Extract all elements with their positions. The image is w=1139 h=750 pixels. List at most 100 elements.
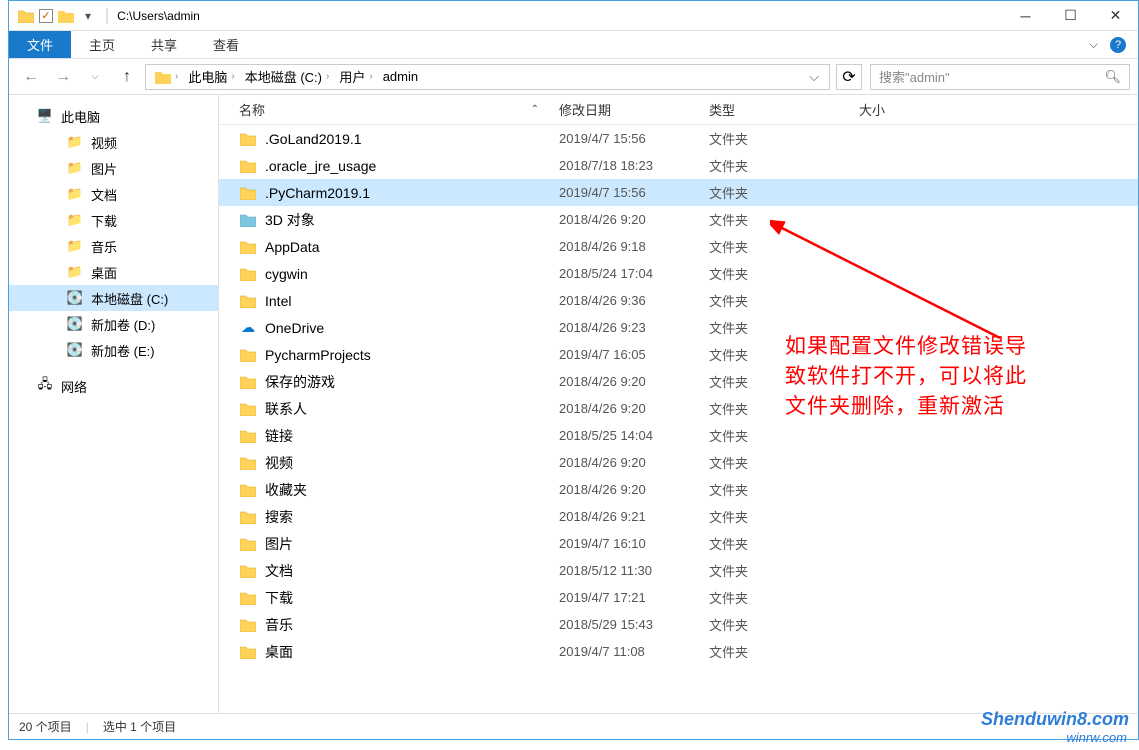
file-row[interactable]: 搜索2018/4/26 9:21文件夹: [219, 503, 1138, 530]
breadcrumb-item[interactable]: admin: [378, 69, 423, 84]
file-name: Intel: [265, 293, 559, 309]
search-placeholder: 搜索"admin": [879, 67, 950, 86]
file-row[interactable]: 图片2019/4/7 16:10文件夹: [219, 530, 1138, 557]
breadcrumb-dropdown-icon[interactable]: ⌵: [809, 69, 819, 85]
ribbon-tab-file[interactable]: 文件: [9, 31, 71, 58]
ribbon-tab-home[interactable]: 主页: [71, 31, 133, 58]
sidebar-network[interactable]: 🖧网络: [9, 373, 218, 399]
drive-icon: 💽: [67, 290, 83, 306]
folder-icon: [239, 373, 257, 391]
folder-icon: [239, 238, 257, 256]
col-header-name[interactable]: 名称⌃: [239, 100, 559, 119]
file-row[interactable]: 桌面2019/4/7 11:08文件夹: [219, 638, 1138, 665]
file-row[interactable]: .PyCharm2019.12019/4/7 15:56文件夹: [219, 179, 1138, 206]
file-row[interactable]: 音乐2018/5/29 15:43文件夹: [219, 611, 1138, 638]
file-name: 收藏夹: [265, 480, 559, 500]
sidebar-downloads[interactable]: 📁下载: [9, 207, 218, 233]
file-date: 2019/4/7 17:21: [559, 590, 709, 605]
folder-icon: [239, 562, 257, 580]
file-row[interactable]: Intel2018/4/26 9:36文件夹: [219, 287, 1138, 314]
breadcrumb-root-icon[interactable]: ›: [150, 70, 183, 84]
downloads-icon: 📁: [67, 212, 83, 228]
help-icon[interactable]: ?: [1110, 37, 1126, 53]
file-row[interactable]: 链接2018/5/25 14:04文件夹: [219, 422, 1138, 449]
sidebar-documents[interactable]: 📁文档: [9, 181, 218, 207]
drive-icon: 💽: [67, 342, 83, 358]
explorer-window: ✓ ▾ | C:\Users\admin ─ ☐ ✕ 文件 主页 共享 查看 ⌵…: [8, 0, 1139, 740]
col-header-date[interactable]: 修改日期: [559, 100, 709, 119]
qat-folder-icon[interactable]: [57, 7, 75, 25]
search-icon[interactable]: 🔍︎: [1104, 69, 1121, 85]
col-header-type[interactable]: 类型: [709, 100, 859, 119]
file-row[interactable]: .oracle_jre_usage2018/7/18 18:23文件夹: [219, 152, 1138, 179]
ribbon-tab-view[interactable]: 查看: [195, 31, 257, 58]
minimize-button[interactable]: ─: [1003, 1, 1048, 31]
file-name: AppData: [265, 239, 559, 255]
file-name: 联系人: [265, 399, 559, 419]
sidebar-pictures[interactable]: 📁图片: [9, 155, 218, 181]
nav-history-dropdown[interactable]: ⌵: [81, 63, 109, 91]
file-name: 搜索: [265, 507, 559, 527]
file-row[interactable]: 联系人2018/4/26 9:20文件夹: [219, 395, 1138, 422]
status-selected-count: 选中 1 个项目: [103, 718, 176, 735]
file-row[interactable]: AppData2018/4/26 9:18文件夹: [219, 233, 1138, 260]
file-type: 文件夹: [709, 291, 859, 310]
folder-app-icon: [17, 7, 35, 25]
qat-checkbox-icon[interactable]: ✓: [39, 9, 53, 23]
file-list: .GoLand2019.12019/4/7 15:56文件夹.oracle_jr…: [219, 125, 1138, 713]
sidebar-vol-e[interactable]: 💽新加卷 (E:): [9, 337, 218, 363]
nav-back-button[interactable]: ←: [17, 63, 45, 91]
sidebar-local-c[interactable]: 💽本地磁盘 (C:): [9, 285, 218, 311]
file-name: 视频: [265, 453, 559, 473]
file-row[interactable]: 视频2018/4/26 9:20文件夹: [219, 449, 1138, 476]
file-name: 3D 对象: [265, 210, 559, 230]
col-header-size[interactable]: 大小: [859, 100, 939, 119]
ribbon-expand-icon[interactable]: ⌵: [1089, 37, 1098, 52]
breadcrumb-item[interactable]: 用户 ›: [334, 67, 377, 86]
refresh-button[interactable]: ⟳: [836, 64, 862, 90]
nav-up-button[interactable]: ↑: [113, 63, 141, 91]
file-date: 2018/4/26 9:23: [559, 320, 709, 335]
file-row[interactable]: ☁OneDrive2018/4/26 9:23文件夹: [219, 314, 1138, 341]
pc-icon: 🖥️: [37, 108, 53, 124]
file-date: 2019/4/7 16:10: [559, 536, 709, 551]
qat-dropdown-icon[interactable]: ▾: [79, 7, 97, 25]
ribbon-tab-share[interactable]: 共享: [133, 31, 195, 58]
maximize-button[interactable]: ☐: [1048, 1, 1093, 31]
search-input[interactable]: 搜索"admin" 🔍︎: [870, 64, 1130, 90]
file-row[interactable]: 收藏夹2018/4/26 9:20文件夹: [219, 476, 1138, 503]
breadcrumb[interactable]: › 此电脑 › 本地磁盘 (C:) › 用户 › admin ⌵: [145, 64, 830, 90]
file-date: 2018/5/25 14:04: [559, 428, 709, 443]
network-icon: 🖧: [37, 378, 53, 394]
folder-icon: [239, 211, 257, 229]
sidebar-vol-d[interactable]: 💽新加卷 (D:): [9, 311, 218, 337]
desktop-icon: 📁: [67, 264, 83, 280]
file-row[interactable]: 文档2018/5/12 11:30文件夹: [219, 557, 1138, 584]
main-panel: 名称⌃ 修改日期 类型 大小 .GoLand2019.12019/4/7 15:…: [219, 95, 1138, 713]
sidebar-videos[interactable]: 📁视频: [9, 129, 218, 155]
sidebar-desktop[interactable]: 📁桌面: [9, 259, 218, 285]
file-date: 2018/5/29 15:43: [559, 617, 709, 632]
file-row[interactable]: .GoLand2019.12019/4/7 15:56文件夹: [219, 125, 1138, 152]
nav-forward-button[interactable]: →: [49, 63, 77, 91]
close-button[interactable]: ✕: [1093, 1, 1138, 31]
drive-icon: 💽: [67, 316, 83, 332]
breadcrumb-item[interactable]: 本地磁盘 (C:) ›: [240, 67, 335, 86]
file-type: 文件夹: [709, 426, 859, 445]
file-row[interactable]: 3D 对象2018/4/26 9:20文件夹: [219, 206, 1138, 233]
folder-icon: [239, 265, 257, 283]
sidebar-music[interactable]: 📁音乐: [9, 233, 218, 259]
file-date: 2018/5/12 11:30: [559, 563, 709, 578]
sidebar-this-pc[interactable]: 🖥️此电脑: [9, 103, 218, 129]
file-row[interactable]: cygwin2018/5/24 17:04文件夹: [219, 260, 1138, 287]
folder-icon: [239, 454, 257, 472]
file-row[interactable]: 下载2019/4/7 17:21文件夹: [219, 584, 1138, 611]
file-date: 2018/4/26 9:20: [559, 212, 709, 227]
folder-icon: [239, 508, 257, 526]
file-type: 文件夹: [709, 210, 859, 229]
breadcrumb-item[interactable]: 此电脑 ›: [183, 67, 239, 86]
file-date: 2018/4/26 9:20: [559, 374, 709, 389]
folder-icon: [239, 643, 257, 661]
file-row[interactable]: PycharmProjects2019/4/7 16:05文件夹: [219, 341, 1138, 368]
file-row[interactable]: 保存的游戏2018/4/26 9:20文件夹: [219, 368, 1138, 395]
